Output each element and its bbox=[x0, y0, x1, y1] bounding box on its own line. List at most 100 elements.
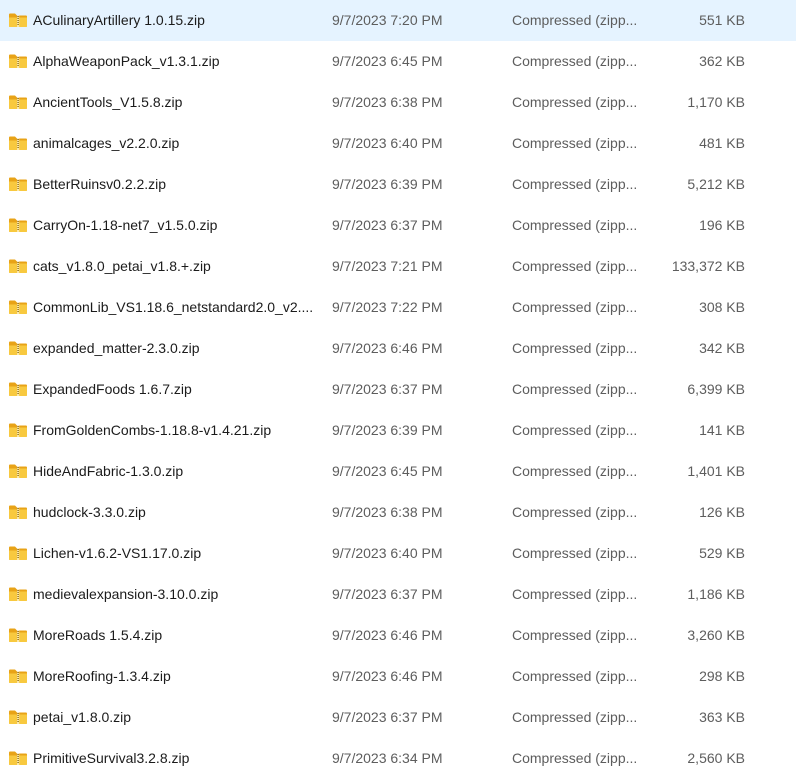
file-type: Compressed (zipp... bbox=[512, 463, 638, 479]
date-modified: 9/7/2023 6:45 PM bbox=[332, 53, 443, 69]
file-type: Compressed (zipp... bbox=[512, 586, 638, 602]
zip-folder-icon bbox=[8, 463, 28, 479]
file-type: Compressed (zipp... bbox=[512, 299, 638, 315]
date-modified: 9/7/2023 6:40 PM bbox=[332, 135, 443, 151]
zip-folder-icon bbox=[8, 504, 28, 520]
file-type: Compressed (zipp... bbox=[512, 176, 638, 192]
file-row[interactable]: HideAndFabric-1.3.0.zip 9/7/2023 6:45 PM… bbox=[0, 451, 796, 492]
zip-folder-icon bbox=[8, 709, 28, 725]
zip-folder-icon bbox=[8, 135, 28, 151]
zip-folder-icon bbox=[8, 299, 28, 315]
file-size: 551 KB bbox=[699, 12, 745, 28]
date-modified: 9/7/2023 6:40 PM bbox=[332, 545, 443, 561]
file-row[interactable]: MoreRoads 1.5.4.zip 9/7/2023 6:46 PM Com… bbox=[0, 615, 796, 656]
file-size: 133,372 KB bbox=[671, 258, 745, 274]
date-modified: 9/7/2023 6:39 PM bbox=[332, 422, 443, 438]
zip-folder-icon bbox=[8, 176, 28, 192]
file-row[interactable]: animalcages_v2.2.0.zip 9/7/2023 6:40 PM … bbox=[0, 123, 796, 164]
file-name: CommonLib_VS1.18.6_netstandard2.0_v2.... bbox=[33, 299, 314, 315]
zip-folder-icon bbox=[8, 668, 28, 684]
file-size: 196 KB bbox=[699, 217, 745, 233]
file-row[interactable]: FromGoldenCombs-1.18.8-v1.4.21.zip 9/7/2… bbox=[0, 410, 796, 451]
file-name: MoreRoads 1.5.4.zip bbox=[33, 627, 163, 643]
file-name: HideAndFabric-1.3.0.zip bbox=[33, 463, 184, 479]
file-name: petai_v1.8.0.zip bbox=[33, 709, 132, 725]
file-row[interactable]: CommonLib_VS1.18.6_netstandard2.0_v2....… bbox=[0, 287, 796, 328]
file-type: Compressed (zipp... bbox=[512, 135, 638, 151]
file-size: 298 KB bbox=[699, 668, 745, 684]
date-modified: 9/7/2023 6:46 PM bbox=[332, 340, 443, 356]
file-size: 126 KB bbox=[699, 504, 745, 520]
date-modified: 9/7/2023 6:46 PM bbox=[332, 668, 443, 684]
file-size: 1,186 KB bbox=[687, 586, 745, 602]
zip-folder-icon bbox=[8, 422, 28, 438]
file-type: Compressed (zipp... bbox=[512, 381, 638, 397]
file-name: AlphaWeaponPack_v1.3.1.zip bbox=[33, 53, 220, 69]
file-row[interactable]: cats_v1.8.0_petai_v1.8.+.zip 9/7/2023 7:… bbox=[0, 246, 796, 287]
date-modified: 9/7/2023 6:38 PM bbox=[332, 94, 443, 110]
file-row[interactable]: CarryOn-1.18-net7_v1.5.0.zip 9/7/2023 6:… bbox=[0, 205, 796, 246]
file-row[interactable]: AncientTools_V1.5.8.zip 9/7/2023 6:38 PM… bbox=[0, 82, 796, 123]
zip-folder-icon bbox=[8, 545, 28, 561]
zip-folder-icon bbox=[8, 94, 28, 110]
zip-folder-icon bbox=[8, 258, 28, 274]
file-size: 5,212 KB bbox=[687, 176, 745, 192]
file-size: 362 KB bbox=[699, 53, 745, 69]
file-size: 141 KB bbox=[699, 422, 745, 438]
file-type: Compressed (zipp... bbox=[512, 422, 638, 438]
zip-folder-icon bbox=[8, 750, 28, 766]
date-modified: 9/7/2023 6:46 PM bbox=[332, 627, 443, 643]
file-name: BetterRuinsv0.2.2.zip bbox=[33, 176, 167, 192]
file-row[interactable]: AlphaWeaponPack_v1.3.1.zip 9/7/2023 6:45… bbox=[0, 41, 796, 82]
zip-folder-icon bbox=[8, 586, 28, 602]
file-row[interactable]: ACulinaryArtillery 1.0.15.zip 9/7/2023 7… bbox=[0, 0, 796, 41]
date-modified: 9/7/2023 6:37 PM bbox=[332, 217, 443, 233]
date-modified: 9/7/2023 6:34 PM bbox=[332, 750, 443, 766]
file-size: 1,401 KB bbox=[687, 463, 745, 479]
file-row[interactable]: medievalexpansion-3.10.0.zip 9/7/2023 6:… bbox=[0, 574, 796, 615]
zip-folder-icon bbox=[8, 381, 28, 397]
file-type: Compressed (zipp... bbox=[512, 53, 638, 69]
file-type: Compressed (zipp... bbox=[512, 750, 638, 766]
file-name: medievalexpansion-3.10.0.zip bbox=[33, 586, 219, 602]
file-list: ACulinaryArtillery 1.0.15.zip 9/7/2023 7… bbox=[0, 0, 796, 776]
file-name: CarryOn-1.18-net7_v1.5.0.zip bbox=[33, 217, 218, 233]
file-type: Compressed (zipp... bbox=[512, 627, 638, 643]
file-size: 481 KB bbox=[699, 135, 745, 151]
zip-folder-icon bbox=[8, 217, 28, 233]
file-row[interactable]: ExpandedFoods 1.6.7.zip 9/7/2023 6:37 PM… bbox=[0, 369, 796, 410]
date-modified: 9/7/2023 6:37 PM bbox=[332, 709, 443, 725]
file-row[interactable]: BetterRuinsv0.2.2.zip 9/7/2023 6:39 PM C… bbox=[0, 164, 796, 205]
file-size: 6,399 KB bbox=[687, 381, 745, 397]
file-name: MoreRoofing-1.3.4.zip bbox=[33, 668, 171, 684]
file-row[interactable]: hudclock-3.3.0.zip 9/7/2023 6:38 PM Comp… bbox=[0, 492, 796, 533]
file-type: Compressed (zipp... bbox=[512, 545, 638, 561]
file-name: PrimitiveSurvival3.2.8.zip bbox=[33, 750, 190, 766]
zip-folder-icon bbox=[8, 12, 28, 28]
date-modified: 9/7/2023 6:39 PM bbox=[332, 176, 443, 192]
file-type: Compressed (zipp... bbox=[512, 340, 638, 356]
file-name: AncientTools_V1.5.8.zip bbox=[33, 94, 183, 110]
file-name: FromGoldenCombs-1.18.8-v1.4.21.zip bbox=[33, 422, 272, 438]
file-type: Compressed (zipp... bbox=[512, 668, 638, 684]
date-modified: 9/7/2023 7:22 PM bbox=[332, 299, 443, 315]
file-row[interactable]: PrimitiveSurvival3.2.8.zip 9/7/2023 6:34… bbox=[0, 738, 796, 776]
file-name: Lichen-v1.6.2-VS1.17.0.zip bbox=[33, 545, 202, 561]
file-name: ACulinaryArtillery 1.0.15.zip bbox=[33, 12, 205, 28]
file-size: 363 KB bbox=[699, 709, 745, 725]
file-type: Compressed (zipp... bbox=[512, 12, 638, 28]
date-modified: 9/7/2023 6:37 PM bbox=[332, 381, 443, 397]
file-row[interactable]: expanded_matter-2.3.0.zip 9/7/2023 6:46 … bbox=[0, 328, 796, 369]
file-name: animalcages_v2.2.0.zip bbox=[33, 135, 180, 151]
file-type: Compressed (zipp... bbox=[512, 258, 638, 274]
file-size: 1,170 KB bbox=[687, 94, 745, 110]
file-row[interactable]: petai_v1.8.0.zip 9/7/2023 6:37 PM Compre… bbox=[0, 697, 796, 738]
file-size: 308 KB bbox=[699, 299, 745, 315]
file-row[interactable]: MoreRoofing-1.3.4.zip 9/7/2023 6:46 PM C… bbox=[0, 656, 796, 697]
file-size: 529 KB bbox=[699, 545, 745, 561]
file-size: 2,560 KB bbox=[687, 750, 745, 766]
file-name: ExpandedFoods 1.6.7.zip bbox=[33, 381, 192, 397]
file-row[interactable]: Lichen-v1.6.2-VS1.17.0.zip 9/7/2023 6:40… bbox=[0, 533, 796, 574]
zip-folder-icon bbox=[8, 340, 28, 356]
file-size: 3,260 KB bbox=[687, 627, 745, 643]
